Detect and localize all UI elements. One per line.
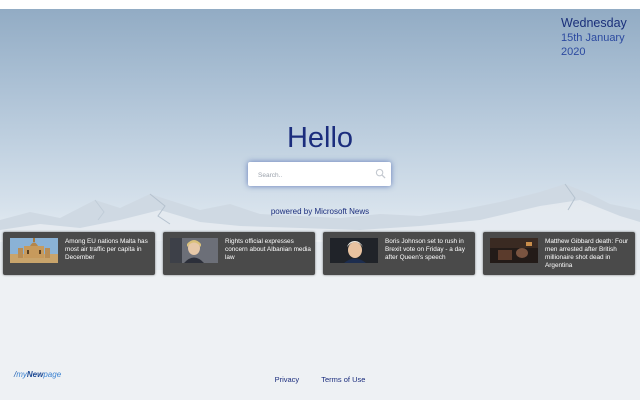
- search-box[interactable]: [248, 162, 391, 186]
- background: Wednesday 15th January 2020 Hello powere…: [0, 0, 640, 400]
- day-month-label: 15th January: [561, 32, 625, 44]
- news-title[interactable]: Matthew Gibbard death: Four men arrested…: [545, 238, 633, 270]
- privacy-link[interactable]: Privacy: [275, 375, 300, 384]
- news-card[interactable]: Boris Johnson set to rush in Brexit vote…: [323, 232, 475, 275]
- news-title[interactable]: Rights official expresses concern about …: [225, 238, 313, 262]
- man-portrait-photo: [330, 238, 378, 263]
- news-card[interactable]: Among EU nations Malta has most air traf…: [3, 232, 155, 275]
- news-card[interactable]: Rights official expresses concern about …: [163, 232, 315, 275]
- date-display: Wednesday 15th January 2020: [561, 16, 631, 59]
- search-input[interactable]: [256, 167, 370, 183]
- greeting-heading: Hello: [286, 122, 354, 154]
- news-title[interactable]: Among EU nations Malta has most air traf…: [65, 238, 153, 262]
- footer-links: Privacy Terms of Use: [0, 375, 640, 384]
- powered-by-label: powered by Microsoft News: [270, 207, 370, 216]
- cathedral-photo: [10, 238, 58, 263]
- weekday-label: Wednesday: [561, 16, 627, 30]
- top-strip: [0, 0, 640, 9]
- night-scene-photo: [490, 238, 538, 263]
- terms-link[interactable]: Terms of Use: [321, 375, 365, 384]
- search-icon[interactable]: [375, 168, 386, 179]
- news-card[interactable]: Matthew Gibbard death: Four men arrested…: [483, 232, 635, 275]
- news-list: Among EU nations Malta has most air traf…: [0, 232, 640, 276]
- news-title[interactable]: Boris Johnson set to rush in Brexit vote…: [385, 238, 473, 262]
- woman-portrait-photo: [170, 238, 218, 263]
- year-label: 2020: [561, 46, 586, 58]
